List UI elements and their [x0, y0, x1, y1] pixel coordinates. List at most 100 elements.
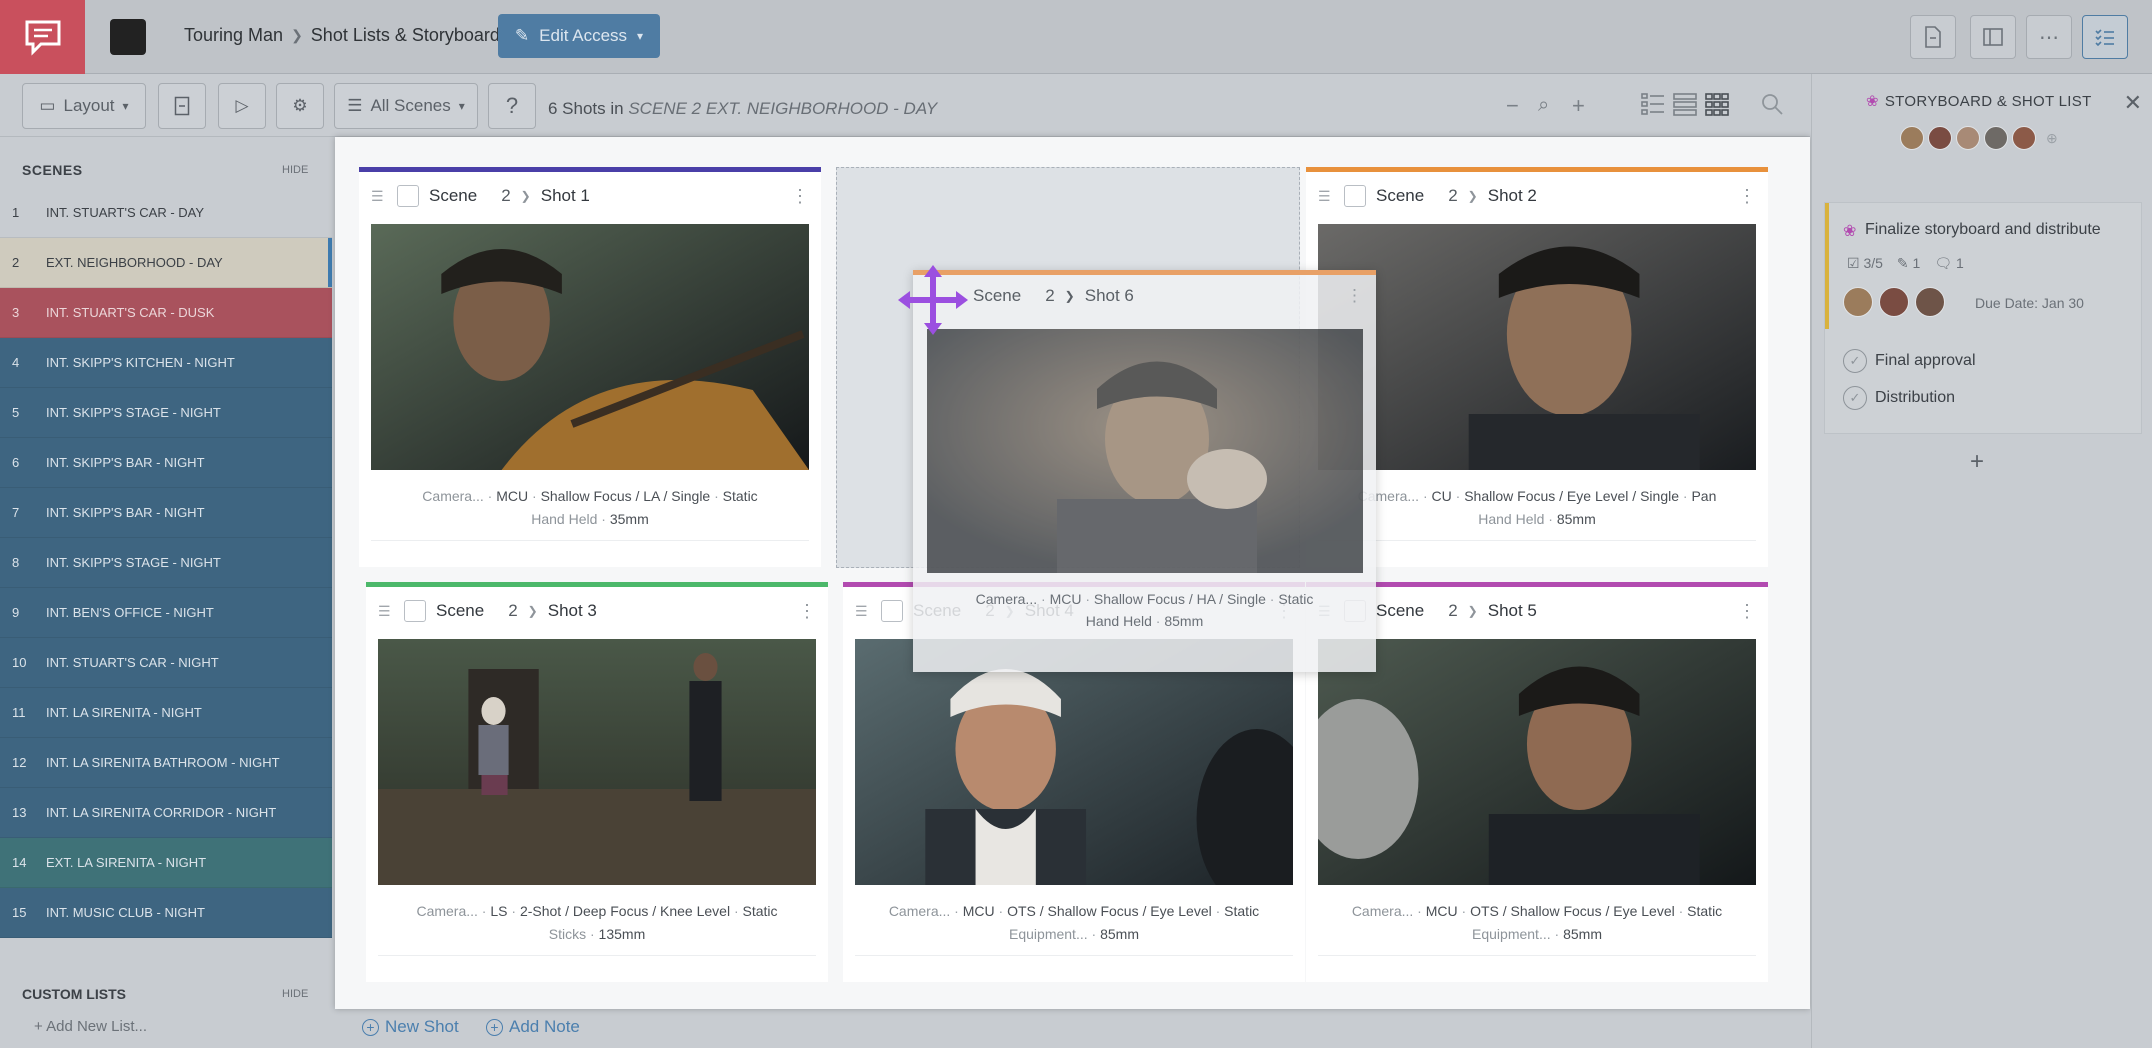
- kebab-menu-icon[interactable]: ⋮: [1738, 186, 1756, 207]
- shot-card-3[interactable]: ☰ Scene 2 ❯ Shot 3 ⋮ Camera... · LS · 2-…: [366, 582, 828, 982]
- scene-row[interactable]: 12 INT. LA SIRENITA BATHROOM - NIGHT: [0, 738, 332, 788]
- shot-image[interactable]: [371, 224, 809, 470]
- subtask-label: Distribution: [1875, 389, 1956, 406]
- drag-handle-icon[interactable]: ☰: [371, 188, 387, 205]
- scene-name: INT. LA SIRENITA BATHROOM - NIGHT: [46, 755, 280, 770]
- scene-number: 2: [501, 186, 511, 205]
- scene-row[interactable]: 6 INT. SKIPP'S BAR - NIGHT: [0, 438, 332, 488]
- avatar[interactable]: [1843, 287, 1873, 317]
- drag-handle-icon[interactable]: ☰: [378, 603, 394, 620]
- task-accent-bar: [1825, 203, 1829, 329]
- scene-row[interactable]: 4 INT. SKIPP'S KITCHEN - NIGHT: [0, 338, 332, 388]
- panel-toggle-button[interactable]: [1970, 15, 2016, 59]
- hide-custom-lists-link[interactable]: HIDE: [282, 988, 308, 1000]
- task-list-button[interactable]: [2082, 15, 2128, 59]
- shot-checkbox[interactable]: [404, 600, 426, 622]
- breadcrumb-project[interactable]: Touring Man: [184, 25, 283, 46]
- shot-spec: CU: [1431, 488, 1452, 504]
- shot-image[interactable]: [1318, 639, 1756, 885]
- close-icon[interactable]: ✕: [2124, 90, 2142, 116]
- scene-number: 2: [508, 601, 518, 620]
- scene-row[interactable]: 1 INT. STUART'S CAR - DAY: [0, 188, 332, 238]
- org-logo[interactable]: [110, 19, 146, 55]
- check-circle-icon[interactable]: ✓: [1843, 349, 1867, 373]
- shot-6-image: [927, 329, 1363, 573]
- scene-row[interactable]: 14 EXT. LA SIRENITA - NIGHT: [0, 838, 332, 888]
- more-options-button[interactable]: ⋯: [2026, 15, 2072, 59]
- drag-handle-icon[interactable]: ☰: [855, 603, 871, 620]
- settings-button[interactable]: ⚙: [276, 83, 324, 129]
- shot-spec: Camera...: [422, 488, 484, 504]
- kebab-menu-icon[interactable]: ⋮: [1738, 601, 1756, 622]
- shot-spec: Hand Held: [1085, 613, 1152, 629]
- avatar[interactable]: [1956, 126, 1980, 150]
- shot-spec: Hand Held: [531, 511, 598, 527]
- shot-image[interactable]: [378, 639, 816, 885]
- avatar[interactable]: [2012, 126, 2036, 150]
- app-logo[interactable]: [0, 0, 85, 74]
- kebab-menu-icon[interactable]: ⋮: [791, 186, 809, 207]
- export-pdf-button[interactable]: [1910, 15, 1956, 59]
- scene-name: INT. STUART'S CAR - NIGHT: [46, 655, 219, 670]
- script-button[interactable]: [158, 83, 206, 129]
- avatar[interactable]: [1928, 126, 1952, 150]
- grid-view-icon[interactable]: [1704, 91, 1730, 117]
- kebab-menu-icon[interactable]: ⋮: [1346, 286, 1363, 306]
- scene-row[interactable]: 7 INT. SKIPP'S BAR - NIGHT: [0, 488, 332, 538]
- new-shot-button[interactable]: + New Shot: [362, 1017, 459, 1037]
- separator-dot: ·: [1265, 591, 1279, 607]
- scene-row[interactable]: 5 INT. SKIPP'S STAGE - NIGHT: [0, 388, 332, 438]
- scene-row[interactable]: 8 INT. SKIPP'S STAGE - NIGHT: [0, 538, 332, 588]
- plus-circle-icon: +: [362, 1018, 379, 1036]
- list-view-icon[interactable]: [1640, 91, 1666, 117]
- shot-image[interactable]: [855, 639, 1293, 885]
- shot-image[interactable]: [1318, 224, 1756, 470]
- edit-access-button[interactable]: ✎ Edit Access ▾: [498, 14, 660, 58]
- scene-row[interactable]: 15 INT. MUSIC CLUB - NIGHT: [0, 888, 332, 938]
- dragging-shot-card[interactable]: Scene 2 ❯ Shot 6 ⋮ Camera... · MCU · Sha…: [913, 270, 1376, 672]
- drag-handle-icon[interactable]: ☰: [1318, 188, 1334, 205]
- subtask-final-approval[interactable]: ✓ Final approval: [1843, 349, 1976, 373]
- help-button[interactable]: ?: [488, 83, 536, 129]
- zoom-out-icon[interactable]: −: [1506, 93, 1519, 119]
- shot-specs-line-2: Hand Held · 85mm: [927, 610, 1362, 632]
- strip-view-icon[interactable]: [1672, 91, 1698, 117]
- shot-card-1[interactable]: ☰ Scene 2 ❯ Shot 1 ⋮ Camera... · MCU · S…: [359, 167, 821, 567]
- avatar[interactable]: [1900, 126, 1924, 150]
- scene-filter-dropdown[interactable]: ☰ All Scenes ▾: [334, 83, 478, 129]
- play-button[interactable]: ▷: [218, 83, 266, 129]
- shot-spec: Static: [1687, 903, 1723, 919]
- zoom-in-icon[interactable]: +: [1572, 93, 1585, 119]
- layout-dropdown[interactable]: ▭ Layout ▾: [22, 83, 146, 129]
- scene-row[interactable]: 10 INT. STUART'S CAR - NIGHT: [0, 638, 332, 688]
- subtask-distribution[interactable]: ✓ Distribution: [1843, 386, 1955, 410]
- scene-filter-label: All Scenes: [370, 96, 451, 115]
- storyboard-icon: ❀: [1866, 93, 1879, 110]
- shot-checkbox[interactable]: [881, 600, 903, 622]
- add-note-button[interactable]: + Add Note: [486, 1017, 580, 1037]
- kebab-menu-icon[interactable]: ⋮: [798, 601, 816, 622]
- new-shot-label: New Shot: [385, 1017, 459, 1036]
- check-circle-icon[interactable]: ✓: [1843, 386, 1867, 410]
- hide-scenes-link[interactable]: HIDE: [282, 164, 308, 176]
- shot-checkbox[interactable]: [1344, 185, 1366, 207]
- scene-row[interactable]: 9 INT. BEN'S OFFICE - NIGHT: [0, 588, 332, 638]
- scene-name: EXT. LA SIRENITA - NIGHT: [46, 855, 207, 870]
- shot-card-header: ☰ Scene 2 ❯ Shot 2 ⋮: [1318, 183, 1756, 209]
- task-card[interactable]: ❀ Finalize storyboard and distribute ☑ 3…: [1824, 202, 2142, 434]
- search-icon[interactable]: [1760, 92, 1784, 116]
- shot-checkbox[interactable]: [397, 185, 419, 207]
- avatar[interactable]: [1879, 287, 1909, 317]
- add-task-button[interactable]: +: [1970, 448, 1984, 476]
- breadcrumb-section[interactable]: Shot Lists & Storyboards: [311, 25, 509, 46]
- add-new-list-button[interactable]: + Add New List...: [34, 1018, 147, 1035]
- scene-row[interactable]: 2 EXT. NEIGHBORHOOD - DAY: [0, 238, 332, 288]
- add-collaborator-icon[interactable]: ⊕: [2046, 130, 2058, 147]
- move-arrows-icon[interactable]: [898, 265, 968, 335]
- zoom-reset-icon[interactable]: ⌕: [1538, 94, 1549, 117]
- avatar[interactable]: [1984, 126, 2008, 150]
- scene-row[interactable]: 13 INT. LA SIRENITA CORRIDOR - NIGHT: [0, 788, 332, 838]
- avatar[interactable]: [1915, 287, 1945, 317]
- scene-row[interactable]: 3 INT. STUART'S CAR - DUSK: [0, 288, 332, 338]
- scene-row[interactable]: 11 INT. LA SIRENITA - NIGHT: [0, 688, 332, 738]
